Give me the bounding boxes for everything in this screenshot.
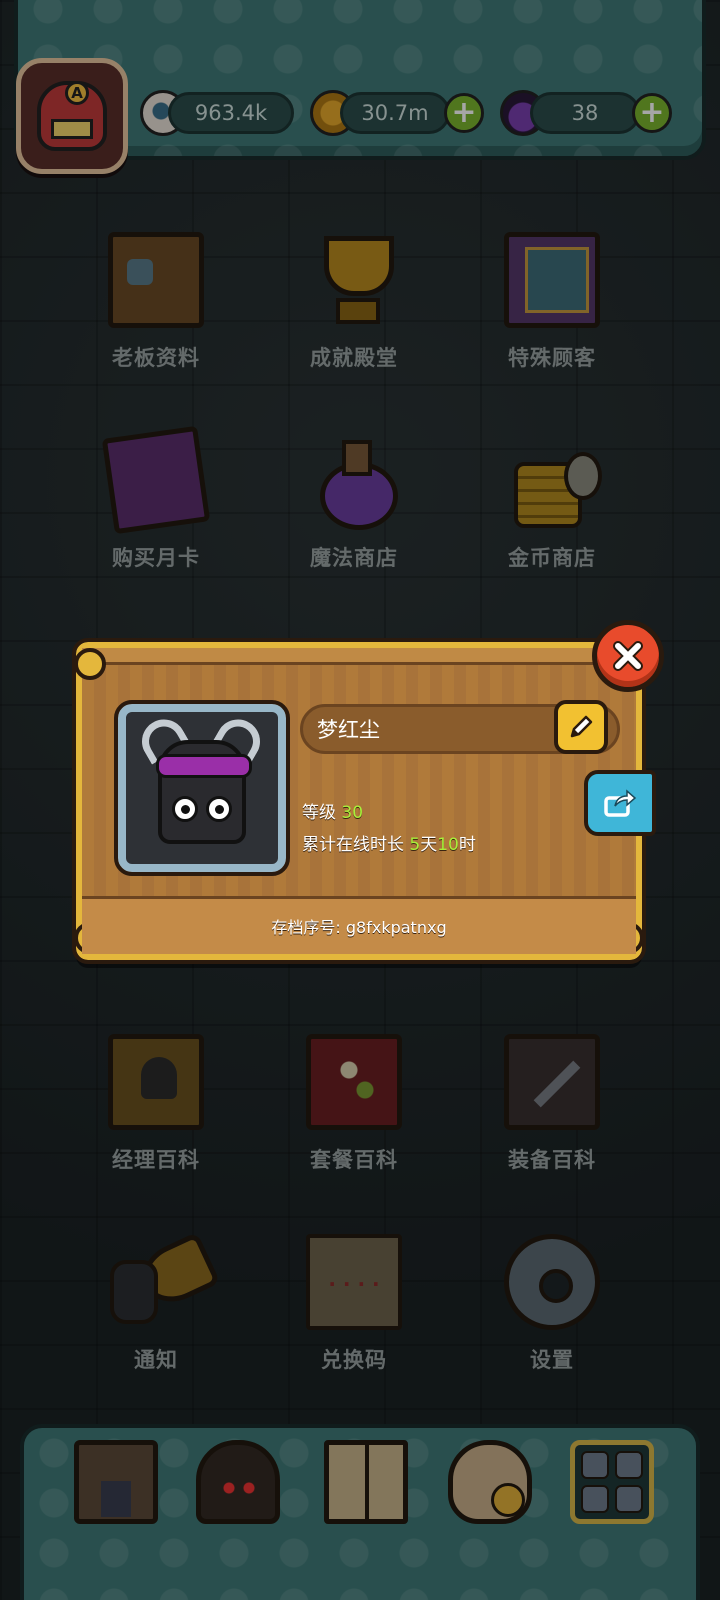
close-dialog-button[interactable]	[592, 620, 664, 692]
level-value: 30	[341, 803, 364, 823]
edit-name-button[interactable]	[554, 700, 608, 754]
profile-dialog: 梦红尘 等级 30 累计在线时长 5天10时 存档序号: g8fxkpatnxg	[72, 638, 646, 964]
online-hours-unit: 时	[458, 835, 476, 855]
online-time-stat: 累计在线时长 5天10时	[302, 830, 476, 855]
online-days: 5	[409, 835, 421, 855]
share-button[interactable]	[584, 770, 656, 836]
pencil-icon	[570, 715, 593, 738]
player-name: 梦红尘	[317, 718, 380, 742]
monster-hair	[156, 754, 252, 778]
level-label: 等级	[302, 803, 336, 823]
online-days-unit: 天	[420, 835, 438, 855]
monster-eye	[172, 796, 198, 822]
character-portrait	[114, 700, 290, 876]
corner-ornament	[74, 648, 106, 680]
online-time-label: 累计在线时长	[302, 835, 404, 855]
monster-eye	[206, 796, 232, 822]
save-id-label: 存档序号:	[271, 918, 346, 937]
share-icon	[604, 789, 637, 817]
online-hours: 10	[437, 835, 459, 855]
save-id-value: g8fxkpatnxg	[345, 918, 447, 937]
save-id: 存档序号: g8fxkpatnxg	[82, 914, 636, 938]
level-stat: 等级 30	[302, 798, 363, 823]
close-icon	[613, 641, 643, 671]
